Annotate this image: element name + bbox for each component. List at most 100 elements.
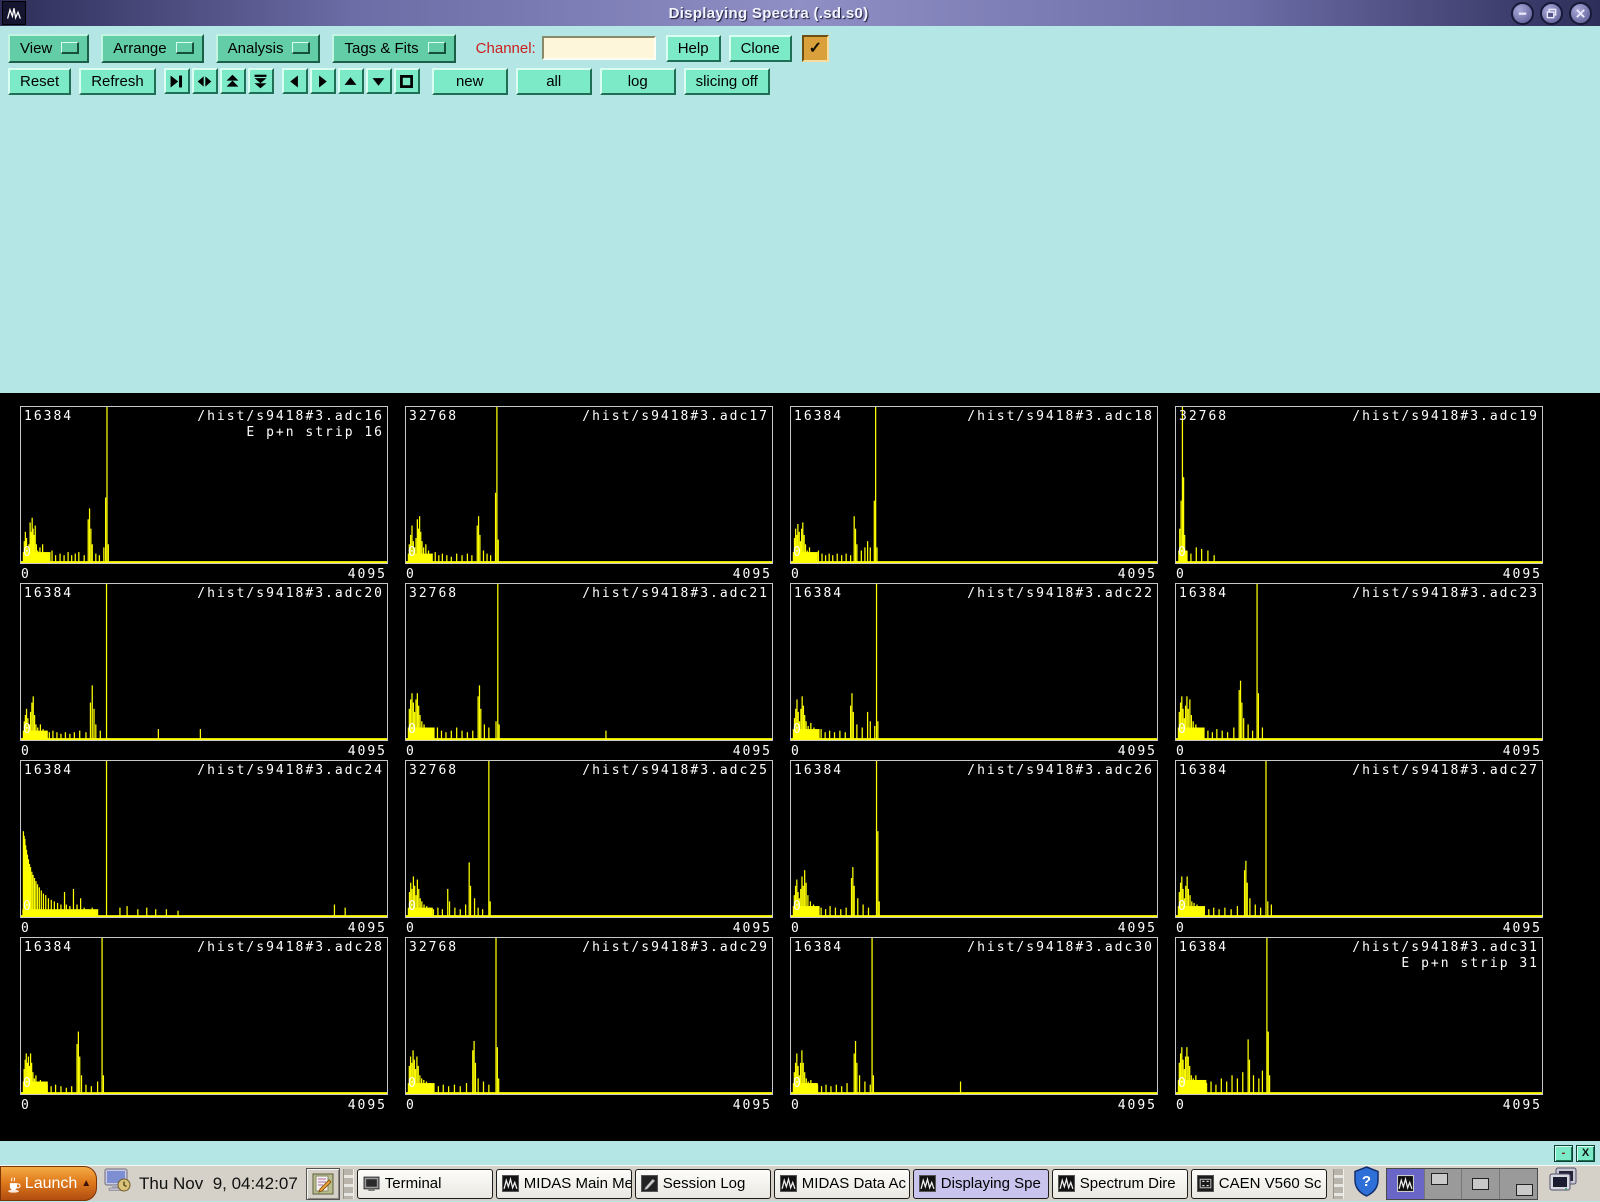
histogram-adc28 [21, 938, 387, 1094]
spectrum-plot-adc31[interactable]: 16384/hist/s9418#3.adc31E p+n strip 310 [1175, 937, 1543, 1095]
task-label: CAEN V560 Sc [1219, 1175, 1322, 1192]
y-min-label: 0 [408, 545, 418, 561]
stacked-windows-icon[interactable] [1546, 1166, 1578, 1201]
plot-title: /hist/s9418#3.adc21 [582, 586, 769, 602]
pager-desktop-3[interactable] [1462, 1169, 1500, 1199]
refresh-button[interactable]: Refresh [79, 68, 156, 95]
launch-up-arrow-icon: ▲ [81, 1178, 91, 1189]
plot-cell-adc28: 16384/hist/s9418#3.adc28004095 [20, 937, 388, 1114]
double-up-button[interactable] [220, 68, 246, 94]
strip-close-icon[interactable]: X [1576, 1145, 1595, 1162]
y-max-label: 16384 [24, 586, 73, 602]
menu-view[interactable]: View [8, 34, 89, 63]
spectrum-plot-adc19[interactable]: 32768/hist/s9418#3.adc190 [1175, 406, 1543, 564]
plot-cell-adc17: 32768/hist/s9418#3.adc17004095 [405, 406, 773, 583]
clone-button[interactable]: Clone [729, 35, 792, 62]
close-icon[interactable] [1569, 2, 1592, 25]
spectrum-plot-adc30[interactable]: 16384/hist/s9418#3.adc300 [790, 937, 1158, 1095]
spectrum-plot-adc24[interactable]: 16384/hist/s9418#3.adc240 [20, 760, 388, 918]
spectrum-plot-adc25[interactable]: 32768/hist/s9418#3.adc250 [405, 760, 773, 918]
taskbar-task-displaying-spe[interactable]: Displaying Spe [913, 1169, 1049, 1199]
new-button[interactable]: new [432, 68, 508, 95]
taskbar-task-terminal[interactable]: Terminal [357, 1169, 493, 1199]
y-max-label: 32768 [409, 763, 458, 779]
pager-desktop-2[interactable] [1425, 1169, 1463, 1199]
step-down-button[interactable] [366, 68, 392, 94]
plot-title-text: /hist/s9418#3.adc25 [582, 763, 769, 778]
spectrum-plot-adc22[interactable]: 16384/hist/s9418#3.adc220 [790, 583, 1158, 741]
double-down-icon [252, 73, 269, 90]
spectrum-plot-adc20[interactable]: 16384/hist/s9418#3.adc200 [20, 583, 388, 741]
notes-icon[interactable] [306, 1168, 340, 1200]
y-min-label: 0 [1178, 899, 1188, 915]
minimize-icon[interactable] [1511, 2, 1534, 25]
task-label: Displaying Spe [941, 1175, 1041, 1192]
histogram-adc30 [791, 938, 1157, 1094]
step-up-button[interactable] [338, 68, 364, 94]
menu-tags-fits[interactable]: Tags & Fits [332, 34, 455, 63]
skip-end-button[interactable] [164, 68, 190, 94]
menu-analysis[interactable]: Analysis [216, 34, 321, 63]
window-titlebar[interactable]: Displaying Spectra (.sd.s0) [0, 0, 1600, 27]
spectrum-plot-adc29[interactable]: 32768/hist/s9418#3.adc290 [405, 937, 773, 1095]
spectrum-plot-adc16[interactable]: 16384/hist/s9418#3.adc16E p+n strip 160 [20, 406, 388, 564]
step-right-button[interactable] [310, 68, 336, 94]
stop-square-button[interactable] [394, 68, 420, 94]
help-shield-icon[interactable]: ? [1353, 1166, 1380, 1202]
plot-title: /hist/s9418#3.adc16E p+n strip 16 [197, 409, 384, 441]
toolbar-checkbox[interactable]: ✓ [802, 35, 829, 62]
launch-label: Launch [25, 1175, 78, 1193]
step-left-button[interactable] [282, 68, 308, 94]
window-title: Displaying Spectra (.sd.s0) [26, 5, 1511, 22]
y-max-label: 16384 [794, 763, 843, 779]
channel-input[interactable] [542, 36, 656, 60]
strip-minimize-icon[interactable]: - [1554, 1145, 1573, 1162]
spectrum-plot-adc26[interactable]: 16384/hist/s9418#3.adc260 [790, 760, 1158, 918]
double-down-button[interactable] [248, 68, 274, 94]
spectrum-plot-adc21[interactable]: 32768/hist/s9418#3.adc210 [405, 583, 773, 741]
x-axis-labels: 04095 [20, 918, 388, 938]
spectrum-plot-adc17[interactable]: 32768/hist/s9418#3.adc170 [405, 406, 773, 564]
x-max-label: 4095 [733, 1098, 772, 1113]
y-max-label: 16384 [24, 940, 73, 956]
pager-desktop-4[interactable] [1500, 1169, 1537, 1199]
spectrum-plot-adc28[interactable]: 16384/hist/s9418#3.adc280 [20, 937, 388, 1095]
plot-cell-adc25: 32768/hist/s9418#3.adc25004095 [405, 760, 773, 937]
reset-button[interactable]: Reset [8, 68, 71, 95]
x-axis-labels: 04095 [1175, 918, 1543, 938]
plot-cell-adc30: 16384/hist/s9418#3.adc30004095 [790, 937, 1158, 1114]
menu-indicator-icon [292, 42, 310, 54]
spectrum-plot-adc23[interactable]: 16384/hist/s9418#3.adc230 [1175, 583, 1543, 741]
log-button[interactable]: log [600, 68, 676, 95]
launch-button[interactable]: Launch ▲ [0, 1166, 97, 1201]
taskbar-task-midas-data-ac[interactable]: MIDAS Data Ac [774, 1169, 910, 1199]
step-right-icon [314, 73, 331, 90]
plot-subtitle-text: E p+n strip 31 [1352, 956, 1539, 972]
histogram-adc27 [1176, 761, 1542, 917]
x-max-label: 4095 [348, 921, 387, 936]
taskbar-task-session-log[interactable]: Session Log [635, 1169, 771, 1199]
x-axis-labels: 04095 [1175, 741, 1543, 761]
slicing-button[interactable]: slicing off [684, 68, 770, 95]
spectrum-plot-adc18[interactable]: 16384/hist/s9418#3.adc180 [790, 406, 1158, 564]
taskbar-task-spectrum-dire[interactable]: Spectrum Dire [1052, 1169, 1188, 1199]
plot-subtitle-text: E p+n strip 16 [197, 425, 384, 441]
taskbar-task-caen-v560-sc[interactable]: CAEN V560 Sc [1191, 1169, 1327, 1199]
plot-grid: 16384/hist/s9418#3.adc16E p+n strip 1600… [0, 393, 1600, 1141]
maximize-icon[interactable] [1540, 2, 1563, 25]
pager-desktop-1[interactable] [1387, 1169, 1425, 1199]
menu-arrange[interactable]: Arrange [101, 34, 203, 63]
spectrum-plot-adc27[interactable]: 16384/hist/s9418#3.adc270 [1175, 760, 1543, 918]
monitor-clock-icon[interactable] [103, 1167, 133, 1200]
plot-title-text: /hist/s9418#3.adc22 [967, 586, 1154, 601]
x-min-label: 0 [21, 567, 31, 582]
toolbar: View Arrange Analysis Tags & Fits Channe… [0, 26, 1600, 393]
all-button[interactable]: all [516, 68, 592, 95]
histogram-adc18 [791, 407, 1157, 563]
desktop-pager[interactable] [1386, 1168, 1538, 1200]
spectrum-app-icon [780, 1175, 797, 1192]
help-button[interactable]: Help [666, 35, 721, 62]
taskbar-task-midas-main-me[interactable]: MIDAS Main Me [496, 1169, 632, 1199]
expand-horizontal-button[interactable] [192, 68, 218, 94]
y-max-label: 16384 [1179, 586, 1228, 602]
